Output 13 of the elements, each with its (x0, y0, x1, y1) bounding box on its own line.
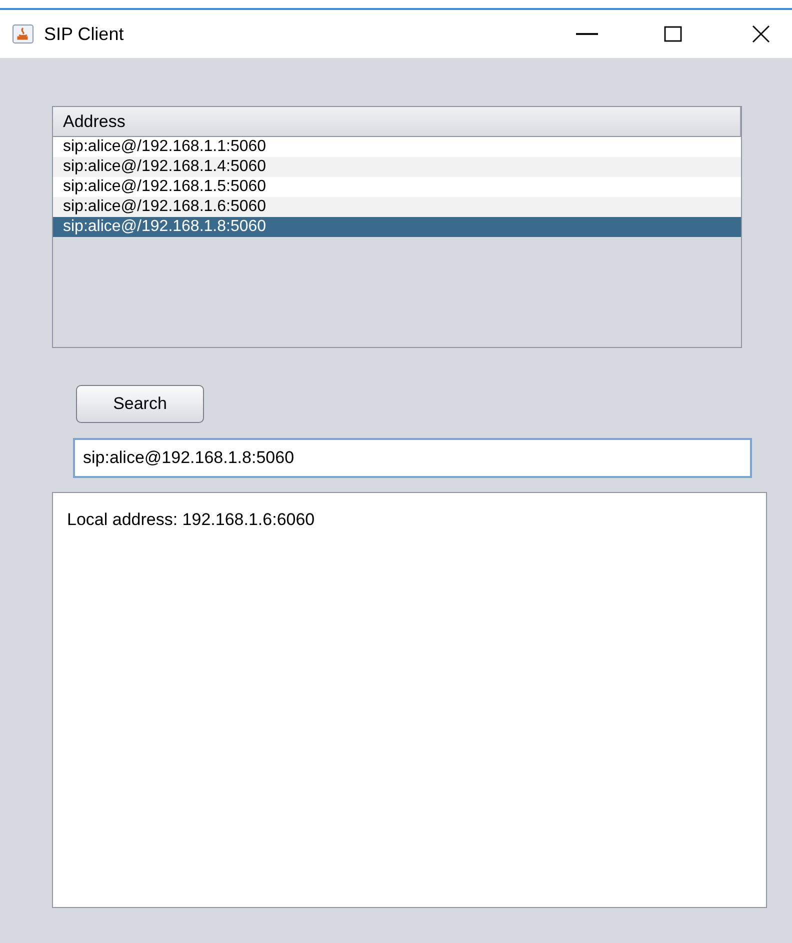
table-row[interactable]: sip:alice@/192.168.1.8:5060 (53, 217, 741, 237)
table-row[interactable]: sip:alice@/192.168.1.4:5060 (53, 157, 741, 177)
search-button[interactable]: Search (76, 385, 204, 423)
log-text-area[interactable]: Local address: 192.168.1.6:6060 (52, 492, 767, 908)
java-cup-icon (12, 24, 34, 44)
table-row[interactable]: sip:alice@/192.168.1.6:5060 (53, 197, 741, 217)
log-text: Local address: 192.168.1.6:6060 (67, 510, 315, 529)
close-icon[interactable] (752, 25, 770, 43)
address-field[interactable]: sip:alice@192.168.1.8:5060 (73, 438, 752, 478)
table-row[interactable]: sip:alice@/192.168.1.1:5060 (53, 137, 741, 157)
maximize-icon[interactable] (664, 26, 682, 42)
window-title: SIP Client (44, 22, 124, 46)
table-row[interactable]: sip:alice@/192.168.1.5:5060 (53, 177, 741, 197)
